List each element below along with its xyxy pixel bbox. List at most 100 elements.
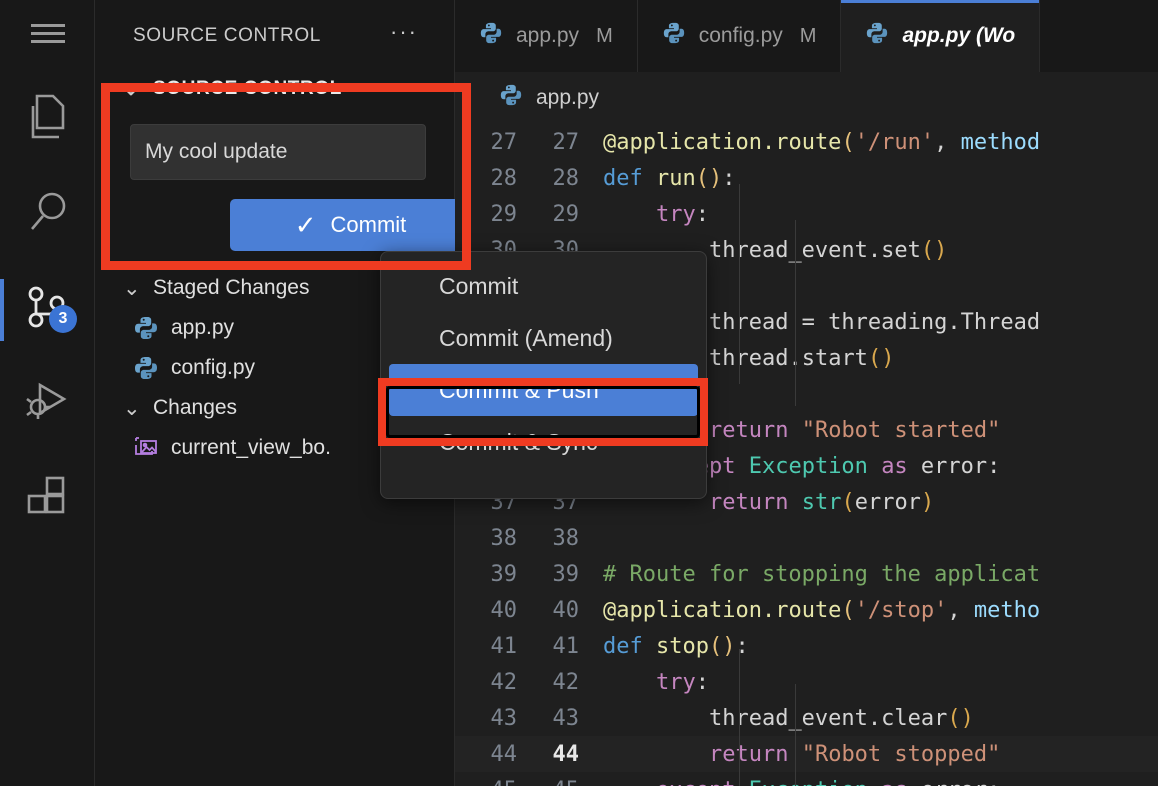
more-actions-icon[interactable]: ···	[390, 21, 418, 45]
code-text: return "Robot stopped"	[579, 742, 1158, 767]
line-number-modified: 41	[552, 633, 580, 659]
code-text: @application.route('/run', method	[579, 130, 1158, 155]
code-line: 44 44 return "Robot stopped"	[455, 736, 1158, 772]
line-number-original: 42	[490, 669, 518, 695]
code-token: def	[603, 165, 643, 191]
code-token: "Robot started"	[801, 417, 1001, 443]
code-line: 39 39 # Route for stopping the applicat	[455, 556, 1158, 592]
line-number-original: 44	[490, 741, 518, 767]
panel-title: SOURCE CONTROL	[133, 25, 321, 46]
sidebar-item-search[interactable]	[0, 167, 95, 262]
sidebar-item-run-debug[interactable]	[0, 357, 95, 452]
hamburger-menu-icon	[30, 22, 65, 51]
code-line: 27 27 @application.route('/run', method	[455, 124, 1158, 160]
code-text: try:	[579, 670, 1158, 695]
python-file-icon	[499, 83, 523, 113]
extensions-icon	[25, 474, 71, 525]
commit-button[interactable]: ✓ Commit	[230, 199, 471, 251]
code-token: ,	[947, 597, 961, 623]
code-token: as	[881, 453, 908, 479]
code-token: (	[920, 237, 935, 263]
tab-app-py-working-tree[interactable]: app.py (Wo	[841, 0, 1041, 72]
code-token: (	[841, 129, 855, 155]
code-line: 40 40 @application.route('/stop', metho	[455, 592, 1158, 628]
code-token: except	[656, 778, 735, 786]
indent-guide	[795, 684, 796, 786]
code-token: )	[960, 705, 974, 731]
code-token: :	[735, 633, 749, 659]
code-token: try	[655, 201, 696, 227]
code-token: str	[801, 489, 842, 515]
code-token: @application	[603, 129, 762, 155]
line-number-original: 39	[490, 561, 518, 587]
line-number-modified: 38	[552, 525, 580, 551]
files-icon	[25, 93, 71, 146]
code-token: (	[947, 705, 961, 731]
code-text: def run():	[579, 166, 1158, 191]
menu-item-commit-sync[interactable]: Commit & Sync	[381, 416, 706, 468]
code-token: (	[841, 489, 855, 515]
indent-guide	[795, 220, 796, 406]
code-token: as	[881, 778, 908, 786]
source-control-section-header[interactable]: ⌄ SOURCE CONTROL	[95, 72, 454, 106]
code-token: Exception	[748, 453, 868, 479]
code-token: start	[801, 345, 868, 371]
code-token: :	[722, 165, 736, 191]
code-token: thread_event	[708, 237, 868, 263]
line-number-original: 45	[455, 778, 518, 786]
code-token: (	[695, 165, 709, 191]
code-token: run	[656, 165, 696, 191]
code-token: thread = threading.Thread	[708, 309, 1041, 335]
menu-item-commit-amend[interactable]: Commit (Amend)	[381, 312, 706, 364]
code-token: return	[708, 417, 789, 443]
line-number-original: 27	[490, 129, 518, 155]
menu-item-commit-push[interactable]: Commit & Push	[389, 364, 698, 416]
sidebar-item-explorer[interactable]	[0, 72, 95, 167]
tab-dirty-indicator: M	[596, 24, 613, 47]
scm-file-label: current_view_bo.	[171, 436, 331, 459]
code-token: .	[867, 705, 882, 731]
source-control-badge: 3	[49, 305, 77, 333]
hamburger-menu-button[interactable]	[0, 0, 95, 72]
tab-app-py[interactable]: app.py M	[455, 0, 638, 72]
code-text: except Exception as error:	[579, 778, 1158, 786]
code-text: @application.route('/stop', metho	[579, 598, 1158, 623]
scm-file-label: config.py	[171, 356, 256, 379]
commit-dropdown-menu[interactable]: Commit Commit (Amend) Commit & Push Commit …	[380, 251, 707, 499]
line-number-original: 38	[490, 525, 518, 551]
code-text: try:	[579, 202, 1158, 227]
code-token: route	[775, 597, 842, 623]
menu-item-commit[interactable]: Commit	[381, 260, 706, 312]
line-number-original: 41	[490, 633, 518, 659]
indent-guide	[739, 184, 740, 384]
breadcrumb-label: app.py	[536, 86, 600, 109]
tab-dirty-indicator: M	[799, 24, 817, 47]
code-token: return	[708, 741, 789, 767]
commit-message-input[interactable]: My cool update	[130, 124, 426, 180]
code-token: # Route for stopping the applicat	[603, 561, 1041, 587]
tab-config-py[interactable]: config.py M	[637, 0, 842, 72]
code-token: metho	[960, 597, 1041, 623]
python-file-icon	[865, 21, 889, 51]
code-token: stop	[656, 633, 709, 659]
code-text: # Route for stopping the applicat	[579, 562, 1158, 587]
line-number-original: 28	[490, 165, 518, 191]
menu-item-label: Commit & Push	[439, 376, 599, 403]
sidebar-item-source-control[interactable]: 3	[0, 262, 95, 357]
code-token: method	[947, 129, 1041, 155]
line-number-original: 29	[490, 201, 518, 227]
tab-label: app.py	[516, 24, 580, 47]
indent-guide	[739, 649, 740, 786]
sidebar-item-extensions[interactable]	[0, 452, 95, 547]
chevron-down-icon: ⌄	[123, 396, 141, 420]
code-token: )	[709, 165, 723, 191]
tab-label: config.py	[698, 24, 783, 47]
breadcrumb[interactable]: app.py	[455, 72, 1158, 124]
